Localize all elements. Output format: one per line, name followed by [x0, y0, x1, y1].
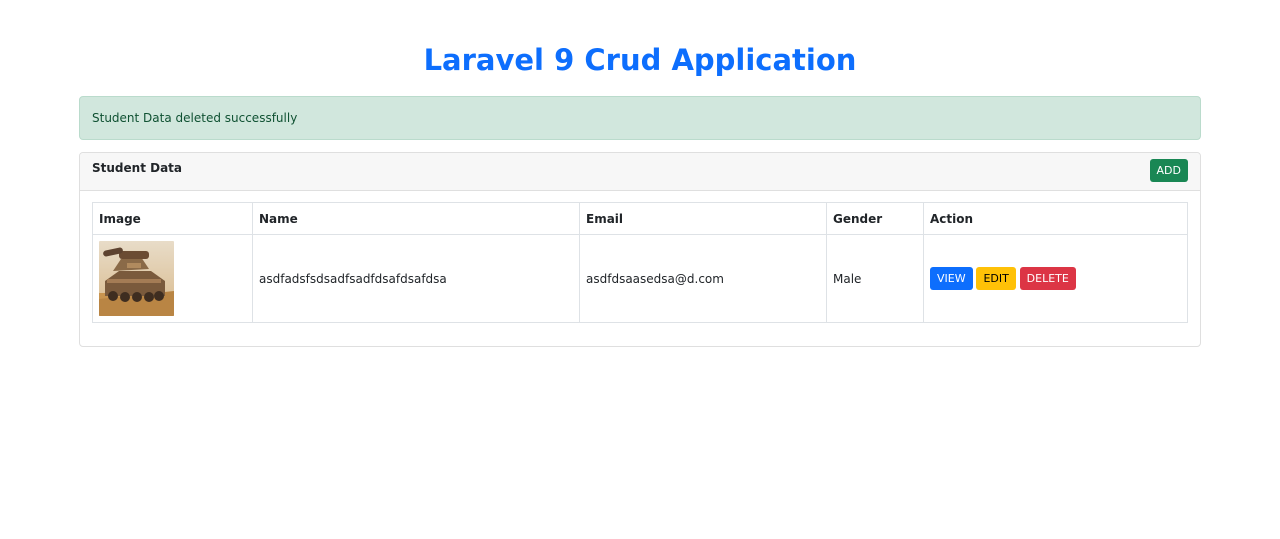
view-button[interactable]: VIEW [930, 267, 973, 290]
column-header-name: Name [252, 202, 580, 235]
cell-gender: Male [826, 234, 924, 323]
cell-image [92, 234, 253, 323]
table-wrapper: Image Name Email Gender Action asdfadsfs… [92, 202, 1188, 323]
cell-name: asdfadsfsdsadfsadfdsafdsafdsa [252, 234, 580, 323]
student-photo [99, 241, 174, 316]
delete-button[interactable]: DELETE [1019, 267, 1076, 290]
column-header-image: Image [92, 202, 253, 235]
edit-button[interactable]: EDIT [976, 267, 1016, 290]
add-button[interactable]: ADD [1149, 159, 1188, 182]
success-alert: Student Data deleted successfully [79, 96, 1201, 140]
card-title: Student Data [92, 161, 182, 175]
student-data-card: Student Data ADD Image Name Email Gender… [79, 152, 1201, 347]
table-header-row: Image Name Email Gender Action [92, 202, 1188, 235]
cell-actions: VIEW EDIT DELETE [923, 234, 1188, 323]
page-title: Laravel 9 Crud Application [423, 43, 857, 77]
table-row: asdfadsfsdsadfsadfdsafdsafdsa asdfdsaase… [92, 234, 1188, 323]
cell-email: asdfdsaasedsa@d.com [579, 234, 827, 323]
card-header: Student Data ADD [80, 153, 1200, 191]
student-table: Image Name Email Gender Action asdfadsfs… [92, 202, 1188, 323]
alert-message: Student Data deleted successfully [92, 111, 298, 125]
column-header-gender: Gender [826, 202, 924, 235]
column-header-action: Action [923, 202, 1188, 235]
column-header-email: Email [579, 202, 827, 235]
